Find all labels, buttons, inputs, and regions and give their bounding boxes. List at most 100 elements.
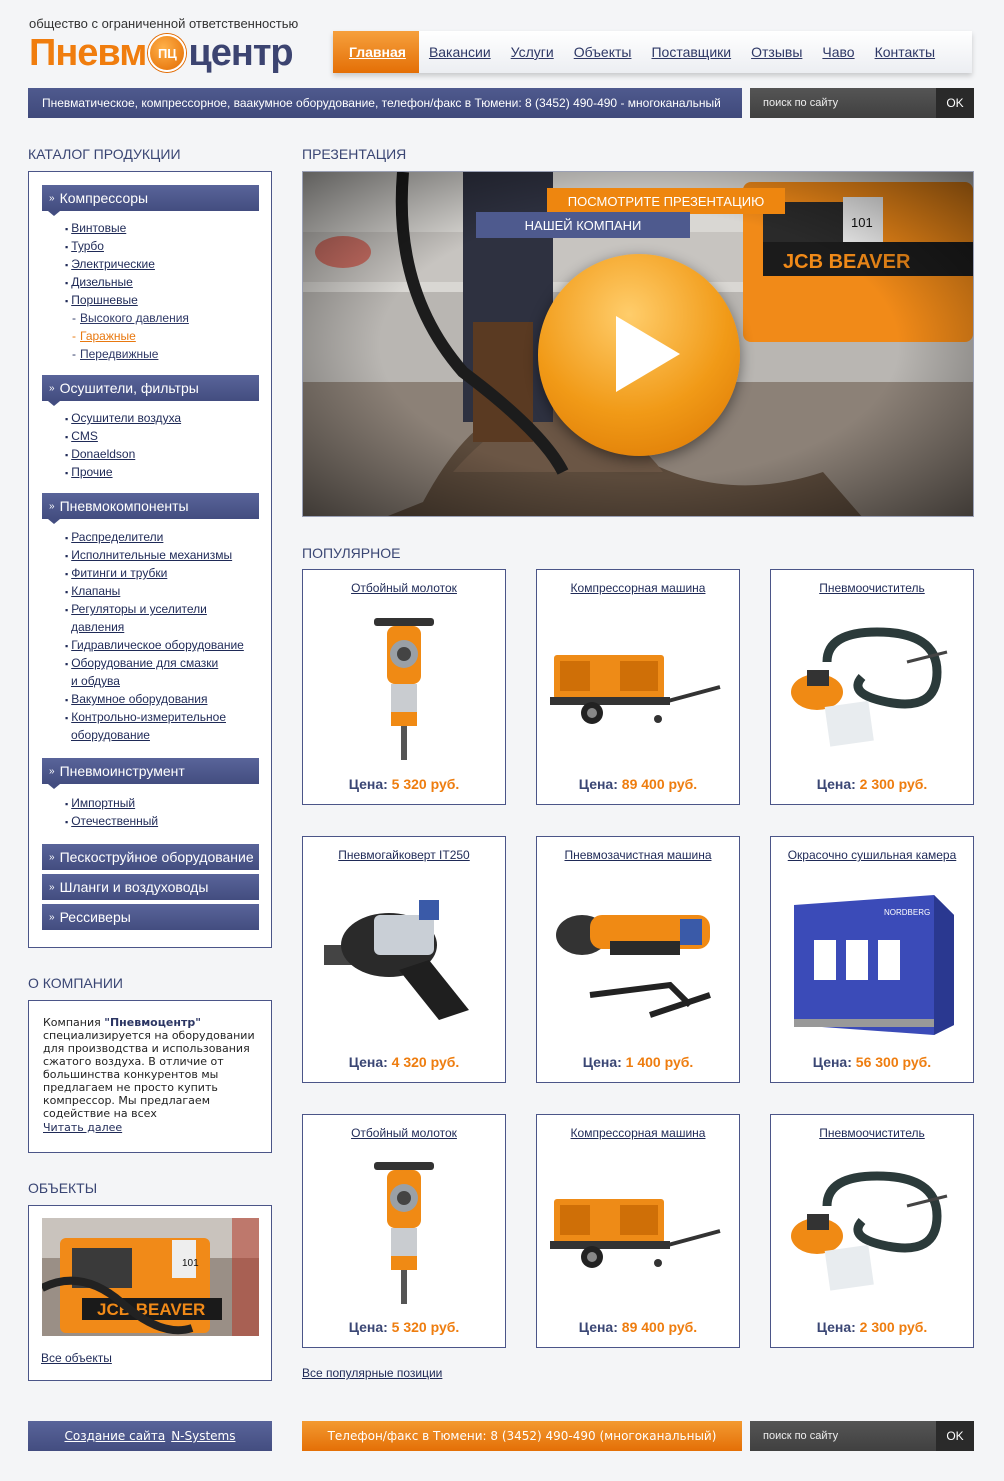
notch-icon bbox=[48, 401, 60, 406]
product-title[interactable]: Пневмозачистная машина bbox=[537, 848, 739, 862]
logo-text-left: Пневм bbox=[29, 31, 147, 74]
catalog-group-label: Рессиверы bbox=[59, 909, 131, 925]
catalog-item[interactable]: Электрические bbox=[65, 255, 155, 274]
catalog-group-label: Компрессоры bbox=[59, 190, 149, 206]
catalog-item[interactable]: Импортный bbox=[65, 794, 135, 813]
catalog-group-dryers[interactable]: » Осушители, фильтры bbox=[42, 375, 259, 406]
catalog-item[interactable]: Турбо bbox=[65, 237, 104, 256]
nav-item-contacts[interactable]: Контакты bbox=[865, 31, 945, 73]
catalog-item[interactable]: Исполнительные механизмы bbox=[65, 546, 232, 565]
catalog-item[interactable]: Осушители воздуха bbox=[65, 409, 181, 428]
site-logo[interactable]: Пневм ПЦ центр bbox=[29, 31, 294, 74]
logo-text-right: центр bbox=[188, 31, 293, 74]
product-card[interactable]: Отбойный молоток Цена: 5 320 руб. bbox=[302, 569, 506, 805]
catalog-group-pneumo-components[interactable]: » Пневмокомпоненты bbox=[42, 493, 259, 524]
catalog-item[interactable]: Вакумное оборудования bbox=[65, 690, 207, 709]
objects-panel: 101 JCB BEAVER Все объекты bbox=[28, 1205, 272, 1381]
nav-item-faq[interactable]: Чаво bbox=[812, 31, 864, 73]
chevron-down-icon: » bbox=[49, 382, 55, 394]
product-title[interactable]: Пневмоочиститель bbox=[771, 581, 973, 595]
product-card[interactable]: Компрессорная машина Цена: 89 400 руб. bbox=[536, 569, 740, 805]
catalog-item[interactable]: Распределители bbox=[65, 528, 163, 547]
search-button[interactable]: OK bbox=[936, 88, 974, 118]
info-bar: Пневматическое, компрессорное, ваакумное… bbox=[28, 88, 742, 118]
svg-text:NORDBERG: NORDBERG bbox=[884, 908, 930, 917]
credit-name-link[interactable]: N-Systems bbox=[171, 1429, 235, 1443]
nav-item-reviews[interactable]: Отзывы bbox=[741, 31, 812, 73]
catalog-group-sandblasting[interactable]: » Пескоструйное оборудование bbox=[42, 844, 259, 870]
notch-icon bbox=[48, 784, 60, 789]
catalog-item[interactable]: Винтовые bbox=[65, 219, 126, 238]
read-more-link[interactable]: Читать далее bbox=[43, 1121, 122, 1134]
catalog-group-label: Пескоструйное оборудование bbox=[59, 849, 254, 865]
price-label: Цена: bbox=[578, 776, 618, 792]
all-objects-link[interactable]: Все объекты bbox=[41, 1351, 112, 1365]
compressor-icon bbox=[549, 1151, 727, 1311]
catalog-item[interactable]: Дизельные bbox=[65, 273, 133, 292]
play-button[interactable] bbox=[538, 254, 740, 456]
svg-text:101: 101 bbox=[182, 1258, 199, 1269]
catalog-item[interactable]: CMS bbox=[65, 427, 98, 446]
catalog-item[interactable]: Donaeldson bbox=[65, 445, 135, 464]
catalog-item[interactable]: Оборудование для смазки bbox=[65, 654, 218, 673]
search-input[interactable] bbox=[750, 88, 936, 118]
catalog-item-cont[interactable]: давления bbox=[71, 618, 124, 636]
product-card[interactable]: Пневмоочиститель Цена: 2 300 руб. bbox=[770, 1114, 974, 1348]
catalog-subitem[interactable]: Передвижные bbox=[72, 345, 158, 363]
product-price: Цена: 1 400 руб. bbox=[537, 1054, 739, 1070]
search-button-footer[interactable]: OK bbox=[936, 1421, 974, 1451]
product-price: Цена: 5 320 руб. bbox=[303, 776, 505, 792]
catalog-group-compressors[interactable]: » Компрессоры bbox=[42, 185, 259, 216]
catalog-item[interactable]: Регуляторы и уселители bbox=[65, 600, 207, 619]
nav-item-services[interactable]: Услуги bbox=[501, 31, 564, 73]
price-value: 5 320 руб. bbox=[391, 776, 460, 792]
catalog-item[interactable]: Фитинги и трубки bbox=[65, 564, 167, 583]
nav-item-objects[interactable]: Объекты bbox=[564, 31, 642, 73]
presentation-video[interactable]: 101 JCB BEAVER ПОСМОТРИТЕ ПРЕЗЕНТАЦИЮ НА… bbox=[302, 171, 974, 517]
nav-item-vacancies[interactable]: Вакансии bbox=[419, 31, 501, 73]
price-label: Цена: bbox=[348, 1054, 388, 1070]
credit-label-link[interactable]: Создание сайта bbox=[65, 1429, 166, 1443]
product-title[interactable]: Пневмоочиститель bbox=[771, 1126, 973, 1140]
object-photo[interactable]: 101 JCB BEAVER bbox=[42, 1218, 259, 1336]
product-price: Цена: 89 400 руб. bbox=[537, 776, 739, 792]
price-label: Цена: bbox=[582, 1054, 622, 1070]
catalog-group-receivers[interactable]: » Рессиверы bbox=[42, 904, 259, 930]
search-input-footer[interactable] bbox=[750, 1421, 936, 1451]
all-popular-link[interactable]: Все популярные позиции bbox=[302, 1366, 442, 1380]
catalog-item[interactable]: Гидравлическое оборудование bbox=[65, 636, 244, 655]
grinder-icon bbox=[549, 873, 727, 1046]
objects-title: ОБЪЕКТЫ bbox=[28, 1180, 98, 1196]
catalog-subitem-current[interactable]: Гаражные bbox=[72, 327, 136, 345]
product-title[interactable]: Компрессорная машина bbox=[537, 581, 739, 595]
nav-item-home[interactable]: Главная bbox=[333, 31, 419, 73]
product-title[interactable]: Отбойный молоток bbox=[303, 581, 505, 595]
price-value: 89 400 руб. bbox=[621, 776, 698, 792]
footer-credit: Создание сайта N-Systems bbox=[28, 1421, 272, 1451]
product-card[interactable]: Отбойный молоток Цена: 5 320 руб. bbox=[302, 1114, 506, 1348]
nav-item-suppliers[interactable]: Поставщики bbox=[641, 31, 741, 73]
product-card[interactable]: Окрасочно сушильная камера NORDBERG Цена… bbox=[770, 836, 974, 1083]
catalog-item-cont[interactable]: и обдува bbox=[71, 672, 120, 690]
product-card[interactable]: Компрессорная машина Цена: 89 400 руб. bbox=[536, 1114, 740, 1348]
product-card[interactable]: Пневмоочиститель Цена: 2 300 руб. bbox=[770, 569, 974, 805]
catalog-group-pneumo-tools[interactable]: » Пневмоинструмент bbox=[42, 758, 259, 789]
logo-mark-icon: ПЦ bbox=[148, 34, 187, 72]
product-card[interactable]: Пневмогайковерт IT250 Цена: 4 320 руб. bbox=[302, 836, 506, 1083]
product-card[interactable]: Пневмозачистная машина Цена: 1 400 руб. bbox=[536, 836, 740, 1083]
sander-icon bbox=[783, 1151, 961, 1311]
chevron-right-icon: » bbox=[49, 911, 55, 923]
product-title[interactable]: Пневмогайковерт IT250 bbox=[303, 848, 505, 862]
product-title[interactable]: Окрасочно сушильная камера bbox=[771, 848, 973, 862]
product-title[interactable]: Отбойный молоток bbox=[303, 1126, 505, 1140]
catalog-item[interactable]: Отечественный bbox=[65, 812, 158, 831]
catalog-item[interactable]: Прочие bbox=[65, 463, 112, 482]
catalog-subitem[interactable]: Высокого давления bbox=[72, 309, 189, 327]
product-title[interactable]: Компрессорная машина bbox=[537, 1126, 739, 1140]
catalog-item-cont[interactable]: оборудование bbox=[71, 726, 150, 744]
catalog-group-hoses[interactable]: » Шланги и воздуховоды bbox=[42, 874, 259, 900]
catalog-item[interactable]: Поршневые bbox=[65, 291, 138, 310]
catalog-item[interactable]: Контрольно-измерительное bbox=[65, 708, 226, 727]
jackhammer-icon bbox=[315, 606, 493, 768]
catalog-item[interactable]: Клапаны bbox=[65, 582, 120, 601]
